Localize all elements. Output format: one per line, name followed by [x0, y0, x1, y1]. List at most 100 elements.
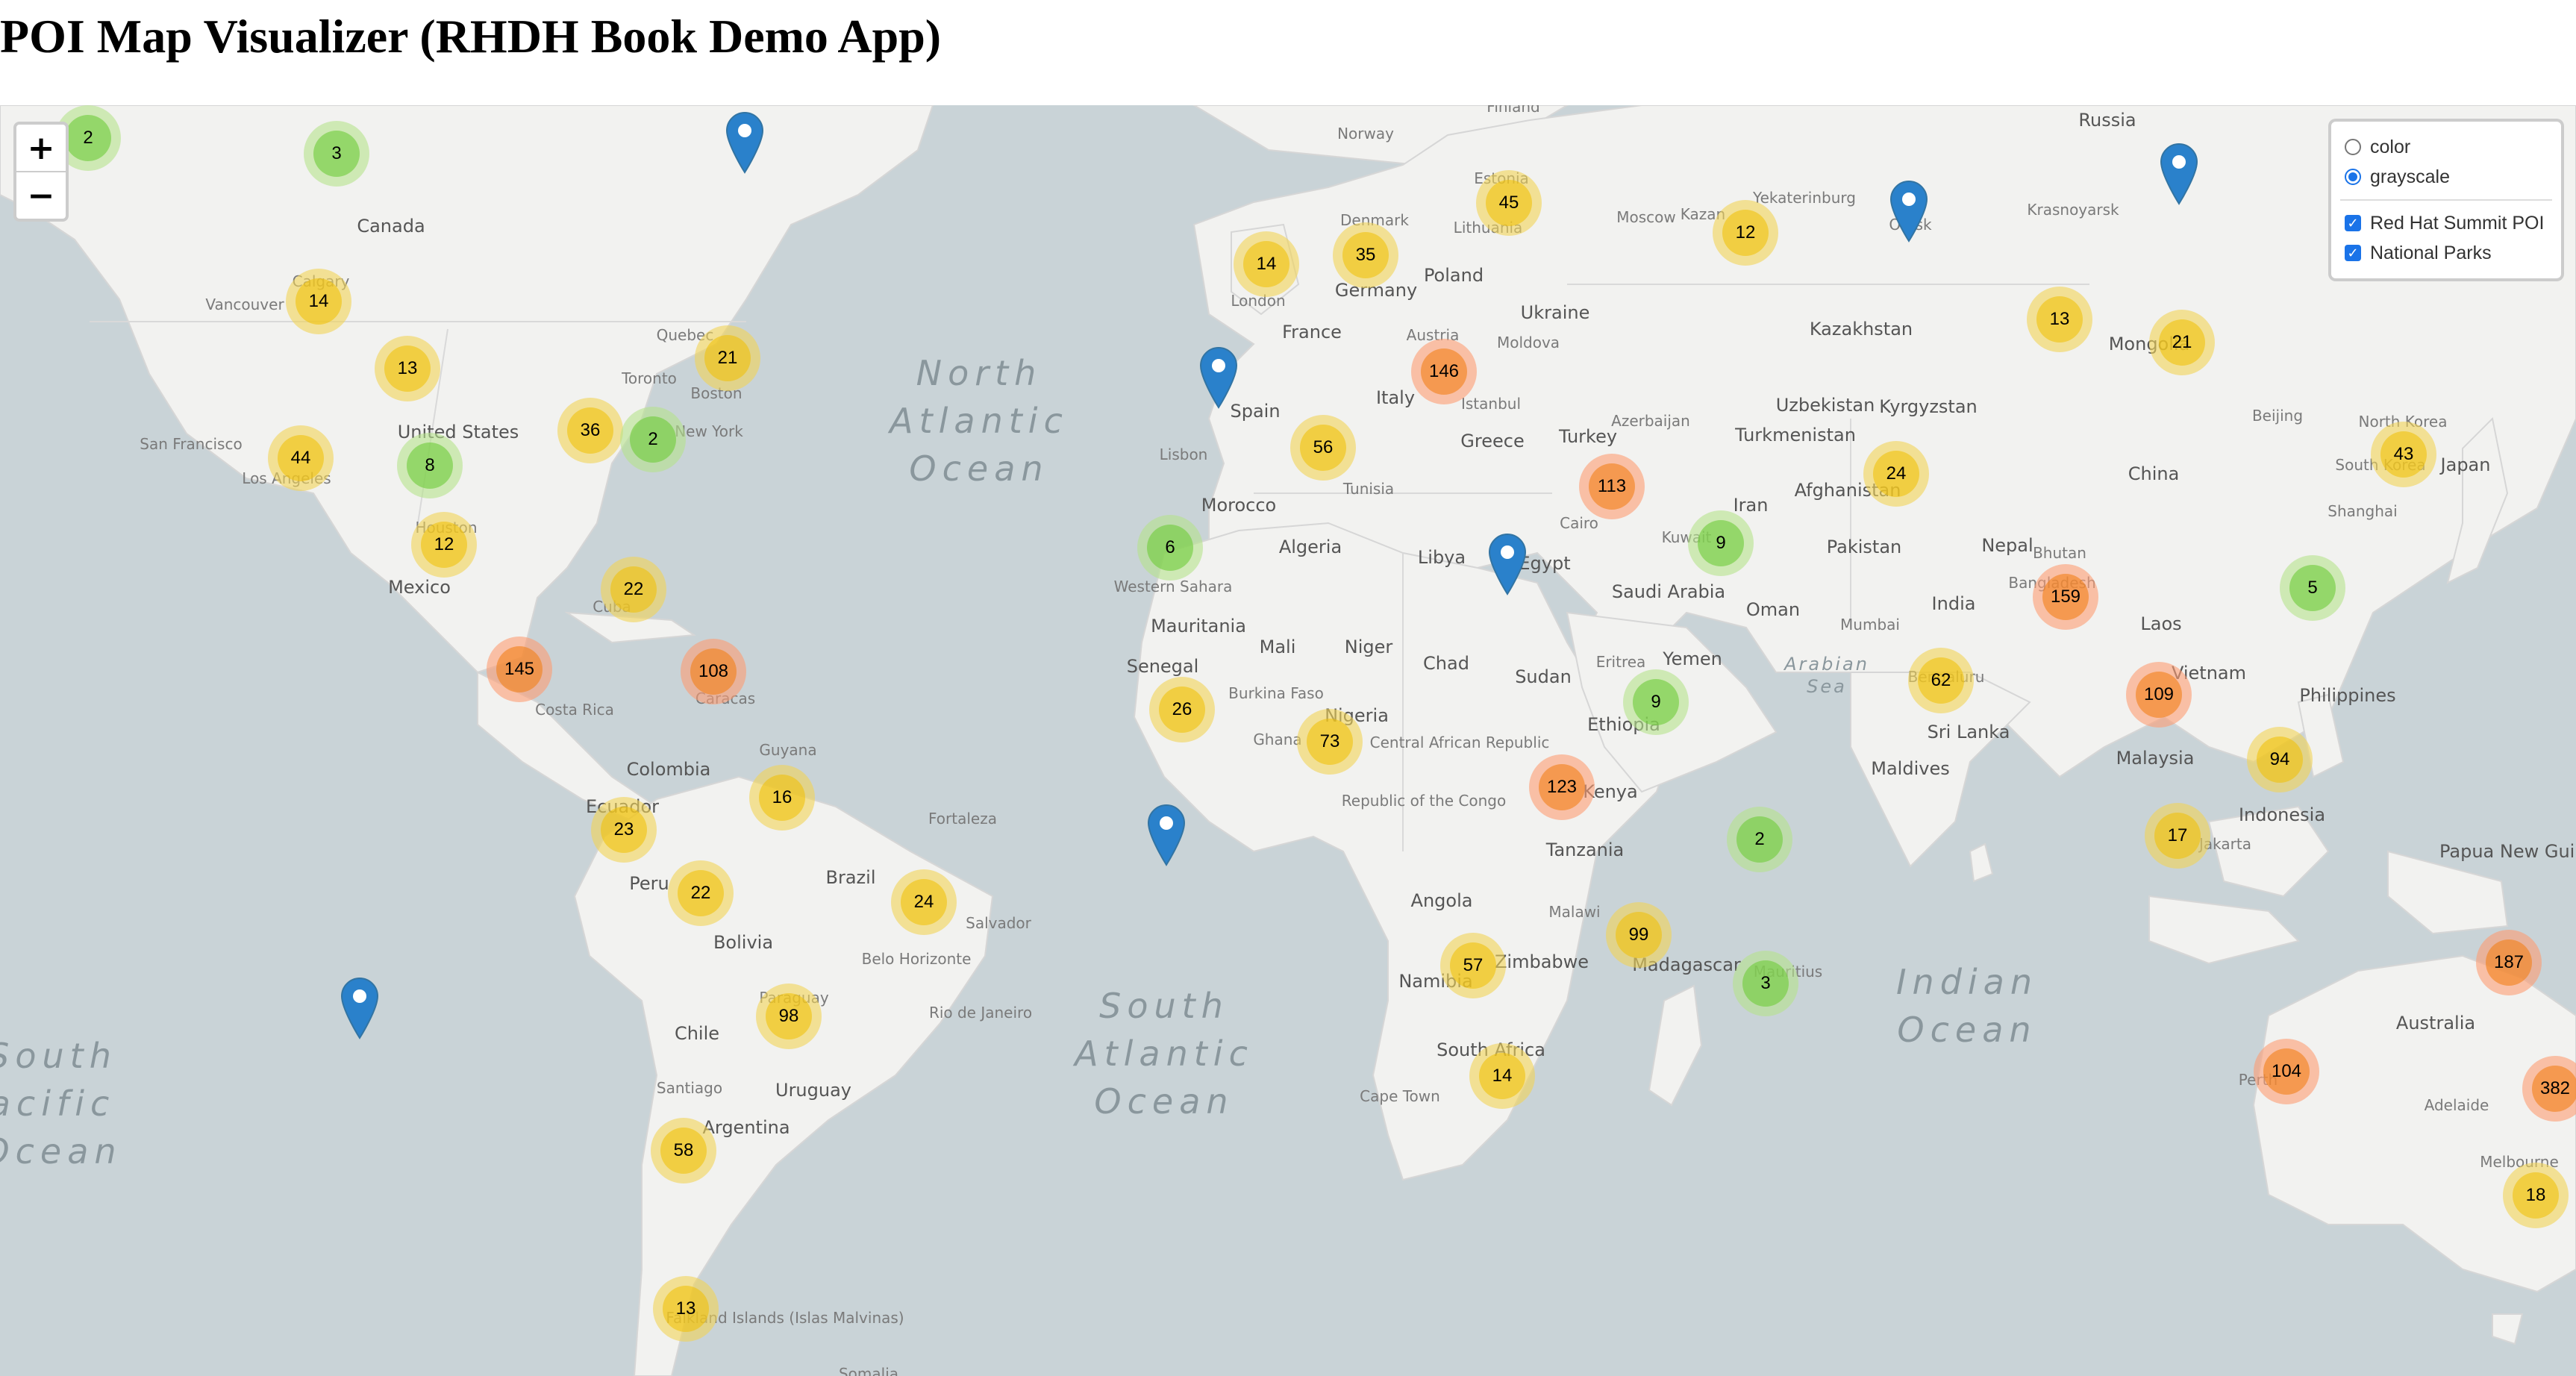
cluster-marker[interactable]: 145 [487, 637, 552, 702]
cluster-marker[interactable]: 159 [2033, 564, 2098, 630]
cluster-marker[interactable]: 62 [1908, 648, 1974, 713]
cluster-marker[interactable]: 21 [695, 325, 760, 391]
cluster-count: 13 [663, 1286, 709, 1332]
map-pin-marker[interactable] [1889, 180, 1928, 243]
cluster-marker[interactable]: 99 [1606, 902, 1672, 968]
overlay-option-red-hat-summit-poi[interactable]: ✓ Red Hat Summit POI [2345, 208, 2548, 238]
cluster-marker[interactable]: 98 [756, 983, 822, 1049]
country-label: Nepal [1981, 535, 2033, 556]
cluster-count: 109 [2136, 672, 2182, 718]
cluster-marker[interactable]: 35 [1333, 222, 1398, 288]
map-pin-marker[interactable] [1488, 533, 1527, 595]
cluster-marker[interactable]: 45 [1476, 170, 1542, 236]
cluster-marker[interactable]: 2 [620, 407, 686, 472]
color-radio[interactable] [2345, 139, 2361, 155]
cluster-marker[interactable]: 108 [681, 639, 746, 704]
map-pin-marker[interactable] [1199, 346, 1238, 409]
cluster-marker[interactable]: 23 [591, 797, 657, 863]
country-label: Papua New Guinea [2439, 841, 2576, 862]
cluster-marker[interactable]: 17 [2145, 803, 2210, 869]
cluster-marker[interactable]: 13 [375, 336, 440, 401]
cluster-count: 8 [407, 442, 453, 489]
cluster-marker[interactable]: 5 [2280, 555, 2345, 621]
cluster-marker[interactable]: 13 [2027, 287, 2092, 352]
country-label: Tunisia [1342, 480, 1395, 498]
cluster-count: 45 [1486, 180, 1532, 226]
cluster-marker[interactable]: 24 [891, 869, 957, 935]
cluster-marker[interactable]: 26 [1149, 677, 1215, 742]
country-label: Russia [2078, 110, 2136, 131]
cluster-marker[interactable]: 6 [1137, 515, 1203, 581]
country-label: Niger [1344, 637, 1393, 657]
cluster-marker[interactable]: 2 [1727, 807, 1792, 872]
cluster-marker[interactable]: 14 [1234, 231, 1299, 297]
cluster-marker[interactable]: 73 [1297, 709, 1363, 775]
cluster-marker[interactable]: 36 [557, 398, 623, 463]
cluster-count: 94 [2257, 737, 2303, 783]
checkbox-checked-icon[interactable]: ✓ [2345, 245, 2361, 261]
base-layer-option-color[interactable]: color [2345, 132, 2548, 162]
country-label: Bhutan [2033, 544, 2086, 562]
cluster-marker[interactable]: 104 [2254, 1039, 2319, 1104]
country-label: India [1931, 593, 1976, 614]
cluster-count: 13 [2036, 296, 2083, 343]
country-label: Chad [1423, 653, 1469, 674]
cluster-count: 73 [1307, 719, 1353, 765]
cluster-count: 146 [1421, 348, 1467, 395]
cluster-marker[interactable]: 21 [2149, 310, 2215, 375]
cluster-marker[interactable]: 9 [1623, 669, 1689, 735]
country-label: Turkmenistan [1735, 425, 1856, 445]
base-layer-option-grayscale[interactable]: grayscale [2345, 162, 2548, 192]
cluster-marker[interactable]: 3 [304, 121, 369, 187]
zoom-out-button[interactable]: − [16, 171, 66, 219]
cluster-marker[interactable]: 43 [2371, 422, 2436, 487]
cluster-marker[interactable]: 113 [1579, 454, 1645, 519]
cluster-count: 12 [1722, 210, 1769, 256]
zoom-in-button[interactable]: + [16, 125, 66, 171]
map-container[interactable]: North Atlantic Ocean South Atlantic Ocea… [0, 105, 2576, 1376]
cluster-marker[interactable]: 22 [601, 557, 666, 622]
cluster-marker[interactable]: 9 [1688, 510, 1754, 576]
cluster-marker[interactable]: 58 [651, 1118, 716, 1183]
country-label: Finland [1486, 105, 1540, 116]
country-label: Chile [674, 1023, 720, 1044]
overlay-option-national-parks[interactable]: ✓ National Parks [2345, 238, 2548, 268]
cluster-marker[interactable]: 14 [286, 269, 351, 334]
map-pin-marker[interactable] [725, 111, 764, 174]
city-label: Salvador [966, 914, 1031, 932]
checkbox-checked-icon[interactable]: ✓ [2345, 215, 2361, 231]
cluster-marker[interactable]: 3 [1733, 951, 1798, 1016]
cluster-marker[interactable]: 56 [1290, 415, 1356, 481]
cluster-marker[interactable]: 57 [1440, 933, 1506, 998]
cluster-marker[interactable]: 44 [268, 425, 334, 491]
zoom-control: + − [13, 122, 69, 222]
map-pin-marker[interactable] [340, 977, 379, 1039]
map-pin-marker[interactable] [1147, 804, 1186, 866]
cluster-marker[interactable]: 16 [749, 765, 815, 831]
cluster-marker[interactable]: 24 [1863, 441, 1929, 507]
city-label: Toronto [622, 369, 677, 387]
city-label: Moscow [1616, 208, 1676, 226]
cluster-marker[interactable]: 8 [397, 433, 463, 498]
cluster-marker[interactable]: 22 [668, 860, 734, 926]
cluster-marker[interactable]: 13 [653, 1276, 719, 1342]
cluster-marker[interactable]: 187 [2476, 930, 2542, 995]
city-label: Mumbai [1840, 616, 1900, 634]
cluster-marker[interactable]: 94 [2247, 727, 2313, 792]
cluster-marker[interactable]: 123 [1529, 754, 1595, 820]
cluster-count: 2 [1736, 816, 1783, 863]
country-label: Poland [1423, 265, 1484, 286]
cluster-marker[interactable]: 12 [411, 512, 477, 578]
country-label: Oman [1745, 599, 1801, 620]
cluster-marker[interactable]: 146 [1411, 339, 1477, 404]
country-label: Burkina Faso [1228, 684, 1324, 702]
country-label: Australia [2395, 1013, 2476, 1033]
cluster-count: 104 [2263, 1048, 2310, 1095]
cluster-marker[interactable]: 109 [2126, 662, 2192, 728]
grayscale-radio[interactable] [2345, 169, 2361, 185]
map-pin-marker[interactable] [2160, 143, 2198, 205]
country-label: Guyana [759, 741, 817, 759]
cluster-marker[interactable]: 18 [2503, 1163, 2569, 1228]
cluster-marker[interactable]: 12 [1713, 200, 1778, 266]
cluster-marker[interactable]: 14 [1469, 1043, 1535, 1109]
